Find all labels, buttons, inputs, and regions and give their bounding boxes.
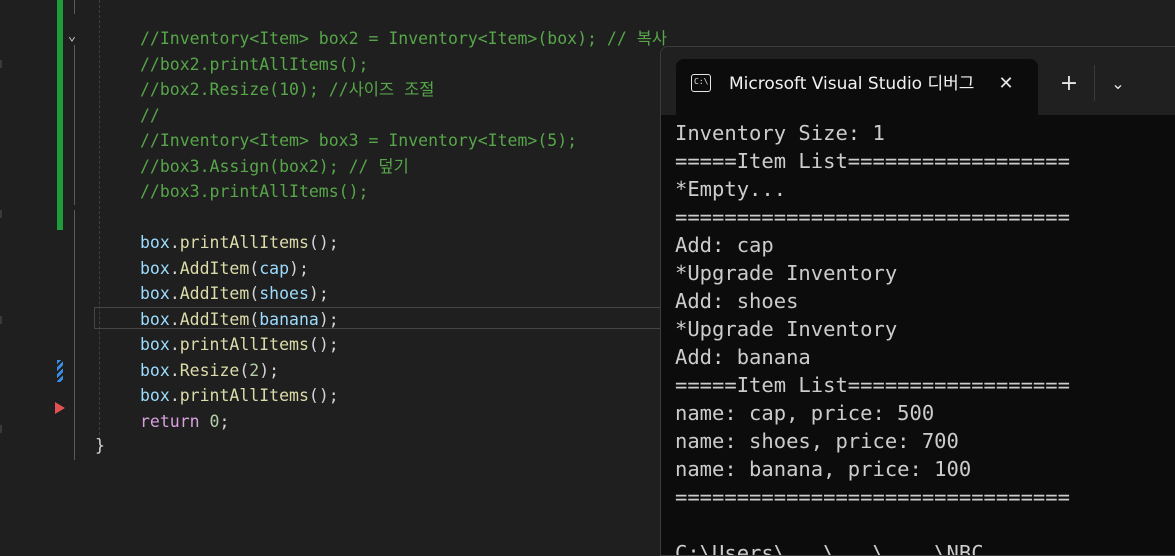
console-output-line: Add: banana (675, 345, 811, 369)
code-token: AddItem (179, 284, 250, 303)
code-token: box (140, 284, 170, 303)
code-token: //box3.Assign(box2); // 덮기 (140, 156, 409, 176)
console-output-line: *Upgrade Inventory (675, 261, 898, 285)
code-token: box (140, 309, 170, 329)
code-token: 2 (249, 360, 260, 380)
code-token: (); (308, 386, 339, 405)
code-line[interactable] (140, 205, 667, 231)
code-line[interactable]: box.printAllItems(); (140, 230, 667, 256)
code-token: return (140, 411, 200, 431)
console-output-line: name: banana, price: 100 (675, 457, 972, 481)
code-token: ( (249, 258, 260, 278)
code-line[interactable]: //Inventory<Item> box3 = Inventory<Item>… (140, 128, 667, 154)
debug-console-window[interactable]: Microsoft Visual Studio 디버그 ✕ + ⌄ Invent… (660, 46, 1175, 556)
code-line[interactable]: box.AddItem(cap); (140, 256, 667, 282)
code-token: cap (259, 258, 290, 278)
console-output-line: name: shoes, price: 700 (675, 429, 959, 453)
code-token: ); (308, 284, 329, 303)
code-line[interactable]: //Inventory<Item> box2 = Inventory<Item>… (140, 26, 667, 52)
new-tab-button[interactable]: + (1055, 70, 1083, 98)
code-token: //box3.printAllItems(); (140, 182, 369, 201)
code-token: AddItem (179, 309, 250, 329)
code-token: shoes (259, 284, 309, 303)
code-line[interactable]: box.Resize(2); (140, 358, 667, 384)
fold-line (74, 0, 75, 14)
code-token: . (169, 233, 180, 252)
code-line[interactable]: box.AddItem(shoes); (140, 281, 667, 307)
console-output-line: Inventory Size: 1 (675, 121, 885, 145)
console-output-line: =====Item List================== (675, 149, 1070, 173)
code-token: . (169, 309, 180, 329)
code-token: ( (249, 284, 260, 303)
code-token: (); (308, 233, 339, 252)
code-token: ; (219, 411, 230, 431)
fold-line (74, 45, 75, 205)
code-line[interactable]: //box3.Assign(box2); // 덮기 (140, 154, 667, 180)
code-token: . (169, 386, 180, 405)
console-output-line: ================================ (675, 205, 1070, 229)
code-token: box (140, 386, 170, 405)
code-line[interactable]: //box2.Resize(10); //사이즈 조절 (140, 77, 667, 103)
close-tab-button[interactable]: ✕ (994, 72, 1018, 96)
terminal-tab[interactable]: Microsoft Visual Studio 디버그 ✕ (676, 59, 1038, 115)
execution-pointer-icon[interactable] (55, 402, 65, 414)
code-token: //Inventory<Item> box3 = Inventory<Item>… (140, 131, 578, 150)
code-line[interactable]: box.AddItem(banana); (140, 307, 667, 333)
code-token: Resize (179, 360, 240, 380)
code-token: //box2.Resize(10); //사이즈 조절 (140, 80, 435, 99)
code-token: banana (259, 309, 319, 329)
code-token: . (169, 284, 180, 303)
fold-line (74, 210, 75, 460)
console-output-line: Add: shoes (675, 289, 799, 313)
closing-brace: } (95, 436, 105, 455)
code-line[interactable]: //box2.printAllItems(); (140, 52, 667, 78)
console-output-line: =====Item List================== (675, 373, 1070, 397)
console-prompt: C:\Users\...\...\....\NBC (675, 541, 984, 556)
edit-marker (57, 360, 63, 382)
code-token: ( (249, 309, 260, 329)
indent-guide (99, 0, 100, 440)
titlebar-divider (1094, 65, 1095, 101)
code-lines[interactable]: //Inventory<Item> box2 = Inventory<Item>… (140, 26, 667, 434)
code-token: box (140, 258, 170, 278)
console-output-line: name: cap, price: 500 (675, 401, 935, 425)
tab-dropdown-button[interactable]: ⌄ (1104, 70, 1132, 98)
code-token: ( (239, 360, 250, 380)
code-line[interactable]: box.printAllItems(); (140, 332, 667, 358)
console-output[interactable]: Inventory Size: 1 =====Item List=========… (675, 119, 1175, 539)
code-line[interactable]: //box3.printAllItems(); (140, 179, 667, 205)
code-token: // (140, 105, 160, 125)
console-icon (691, 74, 711, 92)
code-line[interactable]: box.printAllItems(); (140, 383, 667, 409)
code-token: printAllItems (179, 386, 309, 405)
console-output-line: ================================ (675, 485, 1070, 509)
code-line[interactable]: // (140, 103, 667, 129)
code-token: ); (259, 360, 280, 380)
code-token: AddItem (179, 258, 250, 278)
code-token: //box2.printAllItems(); (140, 54, 369, 74)
code-token: (); (308, 335, 339, 354)
code-token: . (169, 360, 180, 380)
code-token: printAllItems (179, 335, 309, 354)
code-token: 0 (209, 411, 220, 431)
change-indicator-bar (57, 0, 63, 230)
code-line[interactable]: return 0; (140, 409, 667, 435)
console-output-line: Add: cap (675, 233, 774, 257)
code-token: printAllItems (179, 233, 309, 252)
code-token: ); (289, 258, 309, 278)
tab-title: Microsoft Visual Studio 디버그 (729, 74, 975, 94)
code-token: box (140, 360, 170, 380)
code-token: ); (318, 309, 339, 329)
console-output-line: *Upgrade Inventory (675, 317, 898, 341)
chevron-down-icon[interactable]: ⌄ (64, 28, 80, 44)
code-token: . (169, 258, 180, 278)
console-output-line: *Empty... (675, 177, 787, 201)
terminal-titlebar: Microsoft Visual Studio 디버그 ✕ + ⌄ (661, 47, 1175, 115)
code-token: //Inventory<Item> box2 = Inventory<Item>… (140, 29, 668, 48)
code-token: box (140, 233, 170, 252)
code-token: . (169, 335, 180, 354)
code-token: box (140, 335, 170, 354)
